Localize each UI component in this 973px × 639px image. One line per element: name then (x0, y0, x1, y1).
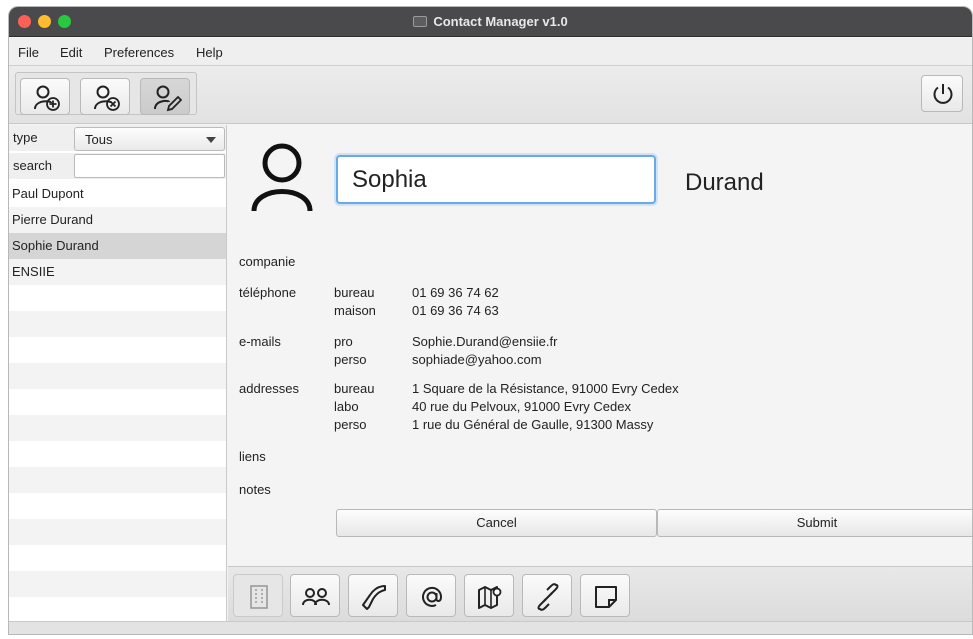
group-icon (302, 588, 330, 606)
list-item-empty (9, 363, 226, 389)
emails-label: e-mails (239, 334, 281, 349)
phone-icon (362, 585, 386, 610)
email-value[interactable]: sophiade@yahoo.com (412, 352, 542, 367)
list-item-empty (9, 415, 226, 441)
address-type: labo (334, 399, 359, 414)
list-item-empty (9, 337, 226, 363)
add-contact-button[interactable] (20, 78, 70, 115)
quit-button[interactable] (921, 75, 963, 112)
menu-help[interactable]: Help (196, 45, 223, 60)
address-type: perso (334, 417, 367, 432)
list-item-empty (9, 285, 226, 311)
list-item-empty (9, 519, 226, 545)
remove-person-icon (94, 85, 120, 111)
list-item-empty (9, 493, 226, 519)
contacts-sidebar: type Tous search Paul Dupont Pierre Dura… (9, 125, 227, 623)
type-label: type (13, 130, 38, 145)
title-bar[interactable]: Contact Manager v1.0 (9, 7, 972, 37)
search-label: search (13, 158, 53, 173)
last-name[interactable]: Durand (685, 169, 764, 197)
email-type: pro (334, 334, 353, 349)
address-value[interactable]: 1 rue du Général de Gaulle, 91300 Massy (412, 417, 653, 432)
list-item-empty (9, 441, 226, 467)
window-title-text: Contact Manager v1.0 (433, 14, 568, 29)
window-title: Contact Manager v1.0 (9, 14, 972, 29)
contact-list: Paul Dupont Pierre Durand Sophie Durand … (9, 181, 226, 623)
notes-label: notes (239, 482, 271, 497)
menu-file[interactable]: File (18, 45, 39, 60)
list-item[interactable]: Pierre Durand (9, 207, 226, 233)
phone-value[interactable]: 01 69 36 74 63 (412, 303, 499, 318)
email-value[interactable]: Sophie.Durand@ensiie.fr (412, 334, 557, 349)
liens-label: liens (239, 449, 266, 464)
at-icon (422, 586, 443, 607)
status-bar (9, 621, 972, 634)
phone-type: bureau (334, 285, 375, 300)
map-icon (478, 586, 502, 609)
links-section-button[interactable] (522, 574, 572, 617)
list-item-empty (9, 571, 226, 597)
list-item-empty (9, 597, 226, 623)
notes-section-button[interactable] (580, 574, 630, 617)
menu-edit[interactable]: Edit (60, 45, 82, 60)
section-toolbar (228, 566, 972, 621)
type-select-value: Tous (85, 132, 113, 147)
remove-contact-button[interactable] (80, 78, 130, 115)
addresses-label: addresses (239, 381, 299, 396)
submit-button[interactable]: Submit (657, 509, 972, 537)
app-window: Contact Manager v1.0 File Edit Preferenc… (8, 6, 973, 635)
menu-preferences[interactable]: Preferences (104, 45, 174, 60)
add-person-icon (34, 85, 60, 111)
email-section-button[interactable] (406, 574, 456, 617)
list-item[interactable]: Paul Dupont (9, 181, 226, 207)
cancel-button[interactable]: Cancel (336, 509, 657, 537)
power-icon (933, 84, 953, 104)
type-select[interactable]: Tous (74, 127, 225, 151)
list-item-selected[interactable]: Sophie Durand (9, 233, 226, 259)
search-row: search (9, 153, 226, 179)
first-name-input[interactable] (336, 155, 656, 204)
list-item-empty (9, 545, 226, 571)
building-icon (250, 585, 268, 609)
edit-person-icon (154, 85, 182, 112)
address-type: bureau (334, 381, 375, 396)
link-icon (537, 583, 559, 611)
list-item-empty (9, 467, 226, 493)
phone-section-button[interactable] (348, 574, 398, 617)
phone-type: maison (334, 303, 376, 318)
telephone-label: téléphone (239, 285, 297, 300)
contact-actions-group (15, 72, 197, 115)
phone-value[interactable]: 01 69 36 74 62 (412, 285, 499, 300)
list-item[interactable]: ENSIIE (9, 259, 226, 285)
app-icon (413, 16, 428, 27)
menu-bar: File Edit Preferences Help (9, 38, 972, 66)
group-section-button[interactable] (290, 574, 340, 617)
person-avatar-icon (251, 143, 313, 212)
list-item-empty (9, 389, 226, 415)
edit-contact-button[interactable] (140, 78, 190, 115)
chevron-down-icon (206, 137, 216, 143)
address-section-button[interactable] (464, 574, 514, 617)
list-item-empty (9, 311, 226, 337)
contact-detail-panel: Durand companie téléphone bureau 01 69 3… (228, 125, 972, 566)
company-section-button[interactable] (233, 574, 283, 617)
main-toolbar (9, 66, 972, 124)
type-filter-row: type Tous (9, 125, 226, 151)
address-value[interactable]: 1 Square de la Résistance, 91000 Evry Ce… (412, 381, 679, 396)
companie-label: companie (239, 254, 296, 269)
email-type: perso (334, 352, 367, 367)
search-input[interactable] (74, 154, 225, 178)
address-value[interactable]: 40 rue du Pelvoux, 91000 Evry Cedex (412, 399, 631, 414)
note-icon (595, 586, 617, 608)
